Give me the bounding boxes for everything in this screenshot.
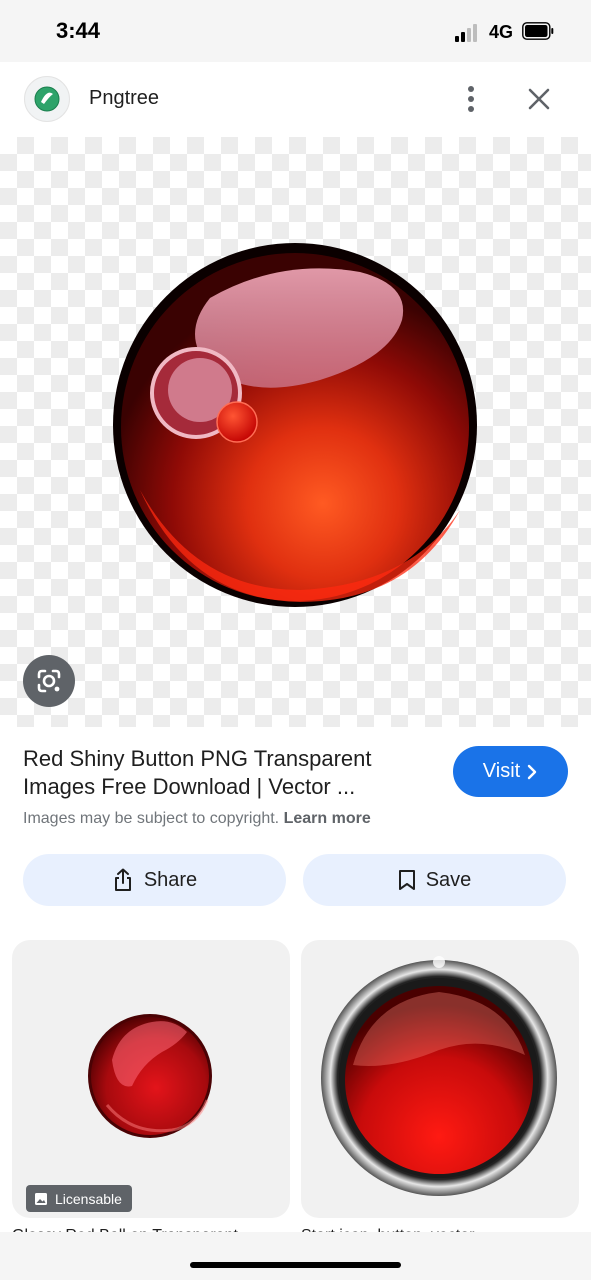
related-image-card[interactable] xyxy=(301,940,579,1218)
page-header: Pngtree xyxy=(0,62,591,137)
learn-more-link[interactable]: Learn more xyxy=(284,810,371,827)
save-button[interactable]: Save xyxy=(303,854,566,906)
start-button-image xyxy=(321,956,557,1196)
network-type: 4G xyxy=(489,22,514,42)
battery-icon xyxy=(522,22,554,40)
visit-label: Visit xyxy=(482,760,521,782)
badge-label: Licensable xyxy=(55,1190,122,1207)
share-label: Share xyxy=(143,868,198,891)
home-indicator[interactable] xyxy=(190,1262,401,1268)
site-name[interactable]: Pngtree xyxy=(89,87,159,110)
glossy-red-ball-image xyxy=(88,1014,212,1138)
close-icon[interactable] xyxy=(524,84,554,114)
red-shiny-button-image xyxy=(113,243,477,607)
result-title[interactable]: Red Shiny Button PNG Transparent Images … xyxy=(23,745,433,801)
bookmark-icon xyxy=(398,870,415,890)
copyright-notice: Images may be subject to copyright. Lear… xyxy=(23,810,371,828)
related-image-card[interactable] xyxy=(12,940,290,1218)
share-button[interactable]: Share xyxy=(23,854,286,906)
save-label: Save xyxy=(425,868,472,891)
signal-icon xyxy=(455,22,483,42)
licensable-badge: Licensable xyxy=(26,1185,132,1212)
visit-button[interactable]: Visit xyxy=(453,746,568,797)
image-viewer[interactable] xyxy=(0,137,591,727)
status-time: 3:44 xyxy=(56,18,101,43)
image-icon xyxy=(35,1192,47,1205)
pngtree-logo-icon[interactable] xyxy=(24,76,70,122)
bottom-bar xyxy=(0,1232,591,1280)
chevron-right-icon xyxy=(528,764,537,779)
status-bar: 3:44 4G xyxy=(0,0,591,62)
copyright-text: Images may be subject to copyright. xyxy=(23,810,280,827)
share-icon xyxy=(114,868,131,891)
more-vert-icon[interactable] xyxy=(458,84,484,114)
google-lens-icon[interactable] xyxy=(23,655,75,707)
